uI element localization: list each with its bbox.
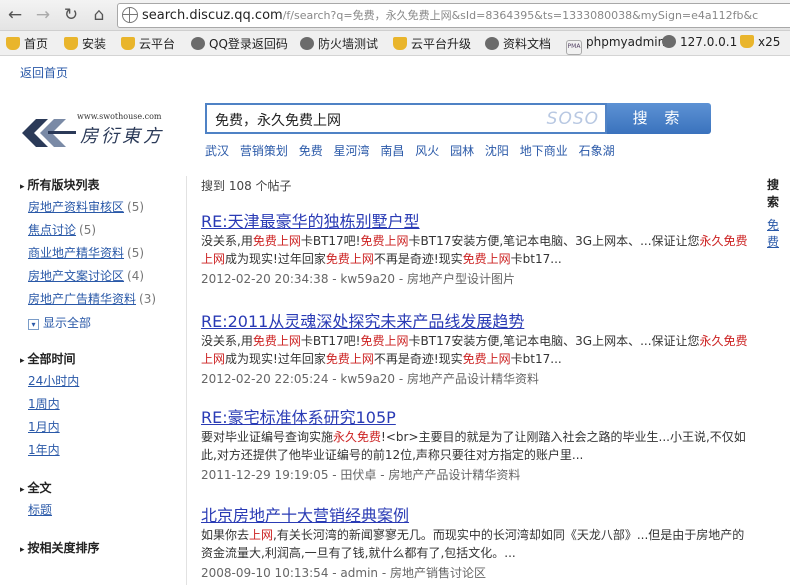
bookmark-x25[interactable]: x25 [740,35,780,49]
search-box: SOSO [205,103,607,134]
forums-section-title: ▸ 所有版块列表 [20,178,100,192]
pma-icon: PMA [566,40,582,55]
hot-word[interactable]: 地下商业 [520,144,568,158]
bookmarks-bar: 首页 安装 云平台 QQ登录返回码 防火墙测试 云平台升级 资料文档 PMA ph… [0,31,790,56]
trophy-icon [64,37,78,50]
show-all-toggle[interactable]: ▾ 显示全部 [28,314,180,336]
bookmark-qq-login[interactable]: QQ登录返回码 [191,35,288,52]
related-search-column: 搜索 免费 [767,176,790,250]
hot-word[interactable]: 武汉 [205,144,229,158]
sort-section-title: ▸ 按相关度排序 [20,541,100,555]
back-home-link[interactable]: 返回首页 [20,64,68,81]
result-snippet: 如果你去上网,有关长河湾的新闻寥寥无几。而现实中的长河湾却如同《天龙八部》...… [201,528,745,560]
filter-sidebar: ▸ 所有版块列表 房地产资料审核区 (5) 焦点讨论 (5) 商业地产精华资料 (5) … [20,176,180,562]
bookmark-cloud[interactable]: 云平台 [121,35,175,52]
hot-word[interactable]: 石象湖 [579,144,615,158]
trophy-icon [121,37,135,50]
triangle-right-icon: ▸ [20,485,25,495]
scope-filter-item[interactable]: 标题 [28,502,180,525]
forward-arrow-icon[interactable]: → [32,4,54,26]
logo-brand: 房衍東方 [80,126,164,147]
hot-word[interactable]: 园林 [450,144,474,158]
result-title-link[interactable]: 北京房地产十大营销经典案例 [201,502,756,526]
related-search-title: 搜索 [767,178,780,209]
expand-icon: ▾ [28,319,39,330]
result-count: 搜到 108 个帖子 [201,179,292,193]
bookmark-install[interactable]: 安装 [64,35,106,52]
search-button[interactable]: 搜 索 [607,103,711,134]
forum-filter-item[interactable]: 商业地产精华资料 (5) [28,245,180,268]
result-meta: 2012-02-20 20:34:38 - kw59a20 - 房地产户型设计图… [201,272,516,286]
bookmark-cloud-upgrade[interactable]: 云平台升级 [393,35,471,52]
time-filter-item[interactable]: 1月内 [28,419,180,442]
forum-filter-item[interactable]: 房地产广告精华资料 (3) [28,291,180,314]
address-url: search.discuz.qq.com/f/search?q=免费，永久免费上… [142,8,759,23]
forum-filter-item[interactable]: 房地产资料审核区 (5) [28,199,180,222]
forum-filter-item[interactable]: 房地产文案讨论区 (4) [28,268,180,291]
trophy-icon [740,35,754,48]
hot-word[interactable]: 星河湾 [334,144,370,158]
trophy-icon [6,37,20,50]
soso-watermark: SOSO [546,109,599,129]
globe-icon [300,37,314,50]
time-filter-item[interactable]: 24小时内 [28,373,180,396]
browser-toolbar: ← → ↻ ⌂ search.discuz.qq.com/f/search?q=… [0,0,790,31]
result-meta: 2012-02-20 22:05:24 - kw59a20 - 房地产产品设计精… [201,372,540,386]
globe-icon [485,37,499,50]
result-item: RE:2011从灵魂深处探究未来产品线发展趋势 没关系,用免费上网卡BT17吧!… [201,308,756,404]
result-title-link[interactable]: RE:豪宅标准体系研究105P [201,404,756,428]
triangle-right-icon: ▸ [20,356,25,366]
bookmark-phpmyadmin[interactable]: PMA phpmyadmin [566,35,665,55]
hot-word[interactable]: 沈阳 [485,144,509,158]
logo-mark-icon [22,119,76,147]
sidebar-divider [186,176,187,585]
result-title-link[interactable]: RE:天津最豪华的独栋别墅户型 [201,208,756,232]
result-meta: 2008-09-10 10:13:54 - admin - 房地产销售讨论区 [201,566,486,580]
related-search-link[interactable]: 免费 [767,216,790,250]
hot-word[interactable]: 免费 [299,144,323,158]
forum-filter-item[interactable]: 焦点讨论 (5) [28,222,180,245]
logo-slogan: www.swothouse.com [77,112,162,121]
bookmark-home[interactable]: 首页 [6,35,48,52]
bookmark-localhost[interactable]: 127.0.0.1 [662,35,737,49]
globe-icon [122,7,138,23]
time-filter-item[interactable]: 1年内 [28,442,180,465]
trophy-icon [393,37,407,50]
results-list: RE:天津最豪华的独栋别墅户型 没关系,用免费上网卡BT17吧!免费上网卡BT1… [201,208,756,582]
result-snippet: 要对毕业证编号查询实施永久免费!<br>主要目的就是为了让刚踏入社会之路的毕业生… [201,430,746,462]
result-snippet: 没关系,用免费上网卡BT17吧!免费上网卡BT17安装方便,笔记本电脑、3G上网… [201,234,748,266]
back-arrow-icon[interactable]: ← [4,4,26,26]
home-icon[interactable]: ⌂ [88,4,110,26]
result-title-link[interactable]: RE:2011从灵魂深处探究未来产品线发展趋势 [201,308,756,332]
bookmark-docs[interactable]: 资料文档 [485,35,551,52]
reload-icon[interactable]: ↻ [60,4,82,26]
globe-icon [662,35,676,48]
globe-icon [191,37,205,50]
hot-word[interactable]: 风火 [415,144,439,158]
result-item: RE:豪宅标准体系研究105P 要对毕业证编号查询实施永久免费!<br>主要目的… [201,404,756,502]
triangle-right-icon: ▸ [20,545,25,555]
time-section-title: ▸ 全部时间 [20,352,76,366]
triangle-right-icon: ▸ [20,182,25,192]
search-input[interactable] [213,109,547,131]
hot-words: 武汉 营销策划 免费 星河湾 南昌 风火 园林 沈阳 地下商业 石象湖 [205,142,622,159]
result-item: RE:天津最豪华的独栋别墅户型 没关系,用免费上网卡BT17吧!免费上网卡BT1… [201,208,756,308]
bookmark-firewall[interactable]: 防火墙测试 [300,35,378,52]
hot-word[interactable]: 南昌 [380,144,404,158]
result-item: 北京房地产十大营销经典案例 如果你去上网,有关长河湾的新闻寥寥无几。而现实中的长… [201,502,756,582]
time-filter-item[interactable]: 1周内 [28,396,180,419]
hot-word[interactable]: 营销策划 [240,144,288,158]
scope-section-title: ▸ 全文 [20,481,52,495]
address-bar[interactable]: search.discuz.qq.com/f/search?q=免费，永久免费上… [117,3,790,28]
result-snippet: 没关系,用免费上网卡BT17吧!免费上网卡BT17安装方便,笔记本电脑、3G上网… [201,334,748,366]
site-logo[interactable]: www.swothouse.com 房衍東方 [22,112,182,154]
result-meta: 2011-12-29 19:19:05 - 田伏卓 - 房地产产品设计精华资料 [201,468,521,482]
